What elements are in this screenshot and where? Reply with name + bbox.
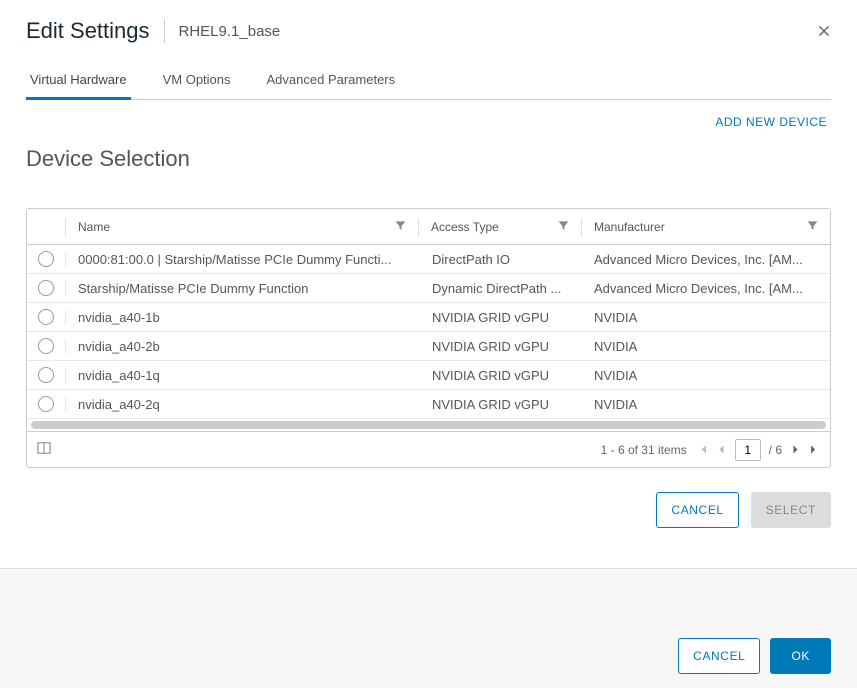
edit-cancel-button[interactable]: CANCEL [678, 638, 760, 674]
cell-mfr: Advanced Micro Devices, Inc. [AM... [582, 281, 830, 296]
cell-access: NVIDIA GRID vGPU [420, 339, 582, 354]
row-radio[interactable] [38, 396, 54, 412]
cell-name: Starship/Matisse PCIe Dummy Function [65, 281, 420, 296]
cell-mfr: NVIDIA [582, 310, 830, 325]
modal-select-button[interactable]: SELECT [751, 492, 831, 528]
cell-access: NVIDIA GRID vGPU [420, 397, 582, 412]
cell-mfr: NVIDIA [582, 397, 830, 412]
filter-icon[interactable] [395, 218, 406, 236]
row-radio[interactable] [38, 280, 54, 296]
cell-access: NVIDIA GRID vGPU [420, 310, 582, 325]
column-toggle-icon[interactable] [37, 441, 51, 458]
cell-name: nvidia_a40-2q [65, 397, 420, 412]
page-total: / 6 [769, 443, 782, 457]
tab-bar: Virtual Hardware VM Options Advanced Par… [26, 72, 831, 100]
cell-name: nvidia_a40-1q [65, 368, 420, 383]
cell-name: 0000:81:00.0 | Starship/Matisse PCIe Dum… [65, 252, 420, 267]
cell-access: DirectPath IO [420, 252, 582, 267]
tab-advanced-parameters[interactable]: Advanced Parameters [263, 72, 400, 99]
horizontal-scrollbar[interactable] [27, 419, 830, 431]
table-row[interactable]: nvidia_a40-2q NVIDIA GRID vGPU NVIDIA [27, 390, 830, 419]
cell-name: nvidia_a40-1b [65, 310, 420, 325]
prev-page-icon[interactable] [716, 444, 727, 455]
table-header: Name Access Type Manufacturer [27, 209, 830, 245]
cell-access: NVIDIA GRID vGPU [420, 368, 582, 383]
device-selection-modal: Device Selection Name Access Type Manufa… [0, 126, 857, 552]
header-name[interactable]: Name [66, 218, 418, 236]
pagination-summary: 1 - 6 of 31 items [601, 443, 687, 457]
modal-footer: CANCEL SELECT [26, 492, 831, 528]
row-radio[interactable] [38, 367, 54, 383]
tab-virtual-hardware[interactable]: Virtual Hardware [26, 72, 131, 100]
table-row[interactable]: nvidia_a40-2b NVIDIA GRID vGPU NVIDIA [27, 332, 830, 361]
header-access[interactable]: Access Type [419, 218, 581, 236]
close-icon[interactable] [815, 22, 833, 45]
row-radio[interactable] [38, 338, 54, 354]
table-row[interactable]: nvidia_a40-1q NVIDIA GRID vGPU NVIDIA [27, 361, 830, 390]
cell-access: Dynamic DirectPath ... [420, 281, 582, 296]
header-mfr-label: Manufacturer [594, 220, 665, 234]
table-row[interactable]: nvidia_a40-1b NVIDIA GRID vGPU NVIDIA [27, 303, 830, 332]
cell-mfr: Advanced Micro Devices, Inc. [AM... [582, 252, 830, 267]
row-radio[interactable] [38, 251, 54, 267]
table-row[interactable]: Starship/Matisse PCIe Dummy Function Dyn… [27, 274, 830, 303]
header-name-label: Name [78, 220, 110, 234]
header-manufacturer[interactable]: Manufacturer [582, 218, 830, 236]
modal-cancel-button[interactable]: CANCEL [656, 492, 738, 528]
pagination: 1 - 6 of 31 items / 6 [601, 439, 820, 461]
row-radio[interactable] [38, 309, 54, 325]
device-table: Name Access Type Manufacturer 0000:81:00… [26, 208, 831, 468]
page-input[interactable] [735, 439, 761, 461]
dialog-header: Edit Settings RHEL9.1_base [0, 0, 857, 62]
table-footer: 1 - 6 of 31 items / 6 [27, 431, 830, 467]
table-row[interactable]: 0000:81:00.0 | Starship/Matisse PCIe Dum… [27, 245, 830, 274]
filter-icon[interactable] [807, 218, 818, 236]
edit-ok-button[interactable]: OK [770, 638, 831, 674]
next-page-icon[interactable] [790, 444, 801, 455]
last-page-icon[interactable] [809, 444, 820, 455]
dialog-footer-buttons: CANCEL OK [678, 638, 831, 674]
cell-mfr: NVIDIA [582, 368, 830, 383]
dialog-title: Edit Settings [26, 18, 150, 44]
cell-name: nvidia_a40-2b [65, 339, 420, 354]
first-page-icon[interactable] [697, 444, 708, 455]
title-divider [164, 19, 165, 43]
tab-vm-options[interactable]: VM Options [159, 72, 235, 99]
filter-icon[interactable] [558, 218, 569, 236]
vm-name: RHEL9.1_base [179, 23, 281, 40]
modal-title: Device Selection [26, 146, 831, 172]
cell-mfr: NVIDIA [582, 339, 830, 354]
header-access-label: Access Type [431, 220, 499, 234]
